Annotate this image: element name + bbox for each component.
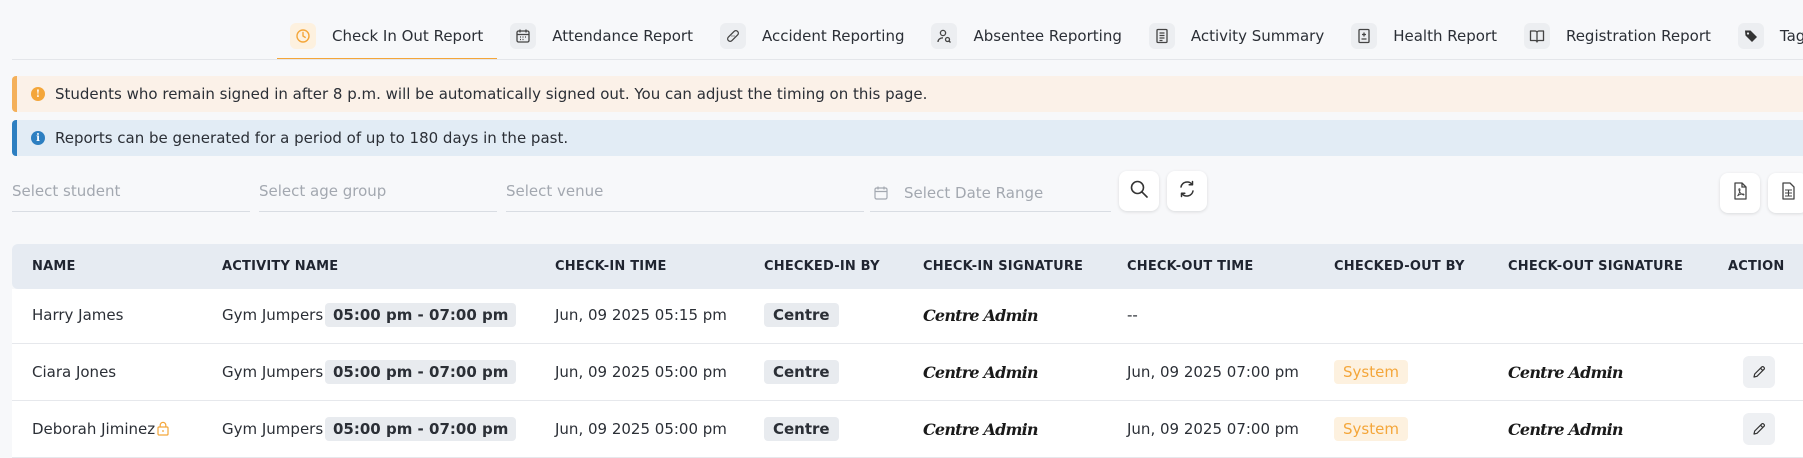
refresh-icon [1177,179,1197,203]
check-in-out-table: NAME ACTIVITY NAME CHECK-IN TIME CHECKED… [12,244,1803,458]
activity-time-chip: 05:00 pm - 07:00 pm [325,360,517,384]
header-activity-name: ACTIVITY NAME [222,259,339,274]
tab-label: Activity Summary [1190,27,1325,45]
check-out-signature: Centre Admin [1508,420,1624,439]
tab-label: Check In Out Report [332,27,484,45]
book-icon [1523,23,1550,49]
tab-check-in-out-report[interactable]: Check In Out Report [277,18,498,60]
medical-doc-icon [1351,23,1378,49]
check-in-signature: Centre Admin [923,420,1039,439]
calendar-icon [873,185,889,205]
pencil-icon [1753,365,1766,378]
pdf-icon [1730,181,1750,205]
lock-icon [156,421,170,440]
activity-time-chip: 05:00 pm - 07:00 pm [325,417,517,441]
report-tabs: Check In Out Report Attendance Report Ac… [277,18,1803,60]
check-out-time: -- [1127,306,1138,324]
age-group-select[interactable]: Select age group [259,180,497,212]
header-check-in-signature: CHECK-IN SIGNATURE [923,259,1084,274]
tab-activity-summary[interactable]: Activity Summary [1136,18,1338,60]
header-check-in-time: CHECK-IN TIME [555,259,667,274]
tab-label: Absentee Reporting [973,27,1122,45]
tab-label: Registration Report [1565,27,1711,45]
student-name: Harry James [32,306,124,324]
search-button[interactable] [1119,171,1159,211]
edit-button[interactable] [1743,413,1775,445]
tab-attendance-report[interactable]: Attendance Report [497,18,707,60]
checked-out-by-badge: System [1334,360,1408,384]
edit-button[interactable] [1743,356,1775,388]
user-search-icon [931,23,958,49]
checked-in-by-badge: Centre [764,303,839,327]
venue-placeholder: Select venue [506,182,604,200]
student-select[interactable]: Select student [12,180,250,212]
info-icon: i [31,131,45,145]
header-checked-out-by: CHECKED-OUT BY [1334,259,1465,274]
check-in-signature: Centre Admin [923,306,1039,325]
export-pdf-button[interactable] [1720,173,1760,213]
student-name: Deborah Jiminez [32,420,156,438]
check-in-time: Jun, 09 2025 05:00 pm [555,420,727,438]
tab-label: Tags [1779,27,1803,45]
date-range-placeholder: Select Date Range [904,184,1044,202]
activity-time-chip: 05:00 pm - 07:00 pm [325,303,517,327]
table-header: NAME ACTIVITY NAME CHECK-IN TIME CHECKED… [12,244,1803,289]
check-in-time: Jun, 09 2025 05:00 pm [555,363,727,381]
table-row[interactable]: Harry James Gym Jumpers 05:00 pm - 07:00… [12,289,1803,344]
checked-in-by-badge: Centre [764,417,839,441]
header-check-out-time: CHECK-OUT TIME [1127,259,1254,274]
alert-text: Students who remain signed in after 8 p.… [55,85,928,103]
header-name: NAME [32,259,76,274]
activity-name: Gym Jumpers [222,363,324,381]
auto-signout-alert: ! Students who remain signed in after 8 … [12,76,1803,112]
activity-name: Gym Jumpers [222,306,324,324]
table-row[interactable]: Deborah Jiminez Gym Jumpers 05:00 pm - 0… [12,401,1803,458]
spreadsheet-icon [1778,181,1798,205]
date-range-input[interactable]: Select Date Range [870,180,1111,212]
activity-name: Gym Jumpers [222,420,324,438]
check-out-signature: Centre Admin [1508,363,1624,382]
check-in-time: Jun, 09 2025 05:15 pm [555,306,727,324]
bandage-icon [719,23,746,49]
tab-label: Accident Reporting [761,27,905,45]
student-name: Ciara Jones [32,363,117,381]
table-row[interactable]: Ciara Jones Gym Jumpers 05:00 pm - 07:00… [12,344,1803,401]
tab-health-report[interactable]: Health Report [1338,18,1511,60]
reset-button[interactable] [1167,171,1207,211]
student-placeholder: Select student [12,182,121,200]
tab-label: Attendance Report [552,27,693,45]
check-out-time: Jun, 09 2025 07:00 pm [1127,363,1299,381]
tab-tags[interactable]: Tags [1725,18,1803,60]
tab-label: Health Report [1393,27,1497,45]
header-action: ACTION [1728,259,1785,274]
warning-icon: ! [31,87,45,101]
tabs-divider [12,59,1803,60]
tag-icon [1737,23,1764,49]
calendar-icon [510,23,537,49]
check-out-time: Jun, 09 2025 07:00 pm [1127,420,1299,438]
pencil-icon [1753,422,1766,435]
export-excel-button[interactable] [1768,173,1803,213]
search-icon [1129,179,1149,203]
tab-registration-report[interactable]: Registration Report [1511,18,1725,60]
list-doc-icon [1148,23,1175,49]
tab-accident-reporting[interactable]: Accident Reporting [707,18,919,60]
checked-in-by-badge: Centre [764,360,839,384]
date-range-alert: i Reports can be generated for a period … [12,120,1803,156]
checked-out-by-badge: System [1334,417,1408,441]
header-checked-in-by: CHECKED-IN BY [764,259,880,274]
check-in-signature: Centre Admin [923,363,1039,382]
tab-absentee-reporting[interactable]: Absentee Reporting [918,18,1135,60]
header-check-out-signature: CHECK-OUT SIGNATURE [1508,259,1684,274]
venue-select[interactable]: Select venue [506,180,864,212]
alert-text: Reports can be generated for a period of… [55,129,569,147]
age-group-placeholder: Select age group [259,182,387,200]
clock-icon [290,23,316,49]
